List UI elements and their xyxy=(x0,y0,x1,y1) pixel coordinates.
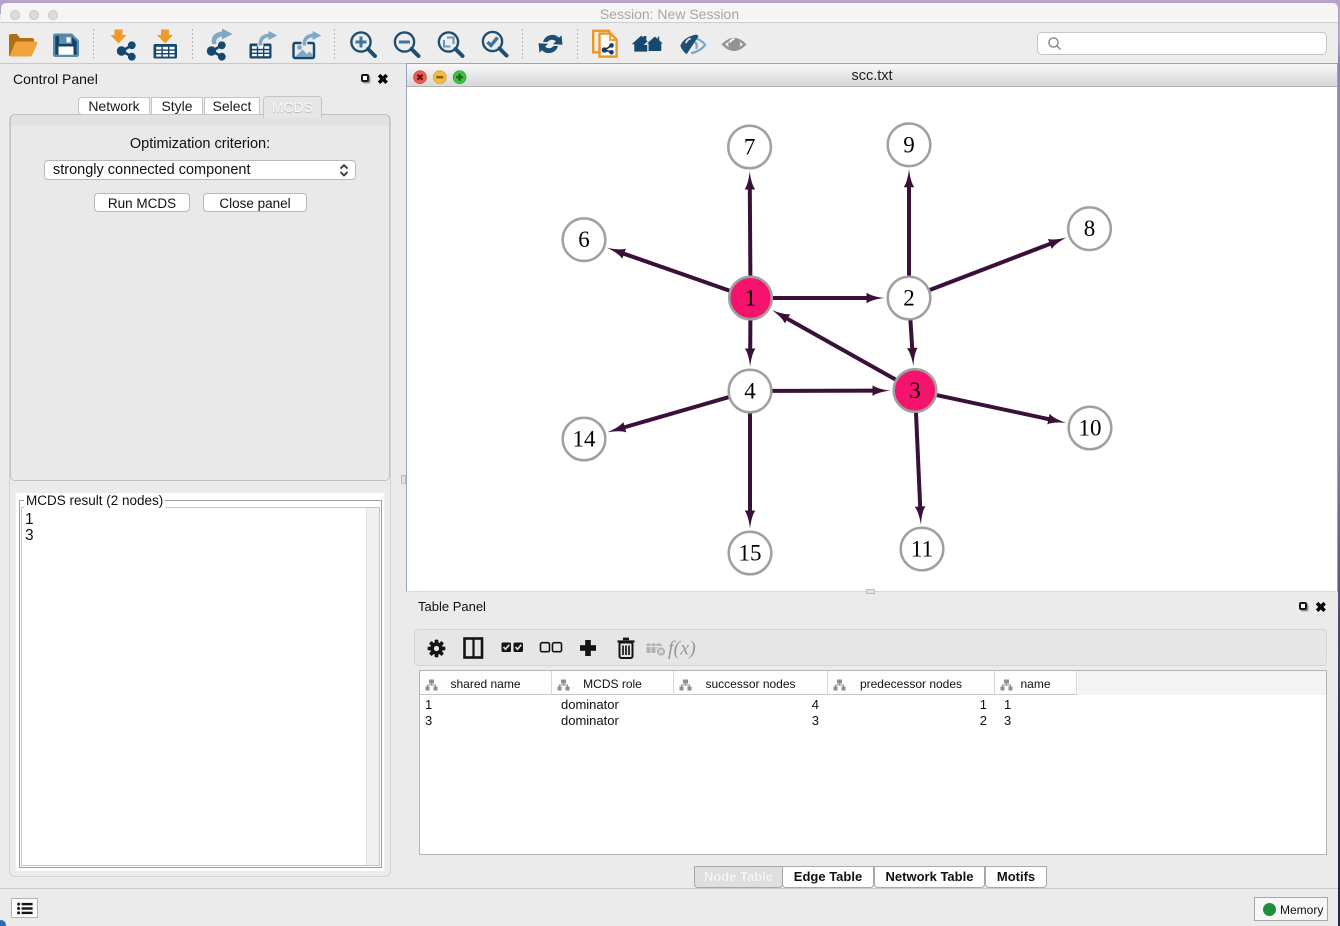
svg-text:10: 10 xyxy=(1079,416,1102,441)
svg-text:f(x): f(x) xyxy=(668,638,696,660)
svg-text:4: 4 xyxy=(744,379,756,404)
svg-text:7: 7 xyxy=(744,135,756,160)
svg-text:6: 6 xyxy=(578,227,590,252)
svg-text:15: 15 xyxy=(739,541,762,566)
svg-text:2: 2 xyxy=(903,286,915,311)
svg-text:9: 9 xyxy=(903,132,915,157)
svg-text:1: 1 xyxy=(745,286,757,311)
svg-text:3: 3 xyxy=(909,378,921,403)
svg-text:11: 11 xyxy=(911,537,933,562)
svg-text:8: 8 xyxy=(1084,216,1096,241)
svg-text:14: 14 xyxy=(573,427,597,452)
